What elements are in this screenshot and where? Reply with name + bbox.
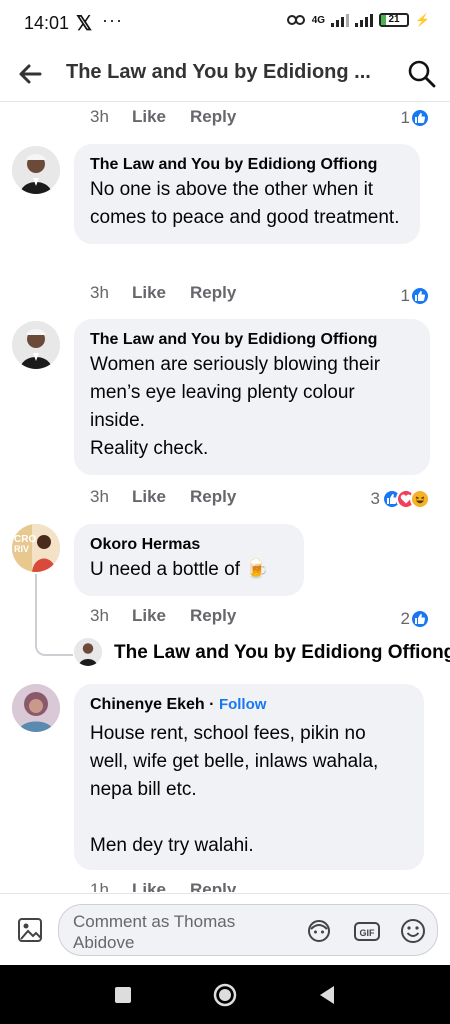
comment-author[interactable]: Chinenye Ekeh <box>90 696 205 713</box>
avatar[interactable] <box>12 321 60 369</box>
svg-text:RIV: RIV <box>14 544 29 554</box>
like-button[interactable]: Like <box>132 880 190 892</box>
haha-reaction-icon <box>410 489 430 509</box>
comment-meta: 3h Like Reply <box>90 107 236 127</box>
comment-meta: 1h Like Reply <box>90 880 236 892</box>
emoji-icon[interactable] <box>399 917 427 945</box>
reply-button[interactable]: Reply <box>190 880 236 892</box>
reaction-count: 1 <box>400 108 410 127</box>
page-title: The Law and You by Edidiong ... <box>66 61 371 83</box>
comment-time: 3h <box>90 606 109 625</box>
comment-author-row: Chinenye Ekeh · Follow <box>90 696 267 713</box>
thread-connector-line <box>35 574 73 656</box>
avatar[interactable] <box>12 684 60 732</box>
network-type-label: 4G <box>311 14 326 26</box>
comment-time: 3h <box>90 107 109 126</box>
comment-placeholder: Comment as Thomas Abidove <box>73 912 236 952</box>
comment-bubble[interactable]: The Law and You by Edidiong Offiong Wome… <box>74 319 430 475</box>
reaction-count: 1 <box>400 286 410 305</box>
status-indicators: 4G 21 ⚡ <box>286 12 430 28</box>
battery-icon: 21 <box>379 13 410 27</box>
reply-button[interactable]: Reply <box>190 107 236 127</box>
back-arrow-icon[interactable] <box>14 58 46 90</box>
avatar-sticker-icon[interactable] <box>305 917 333 945</box>
comment-author[interactable]: Okoro Hermas <box>90 534 288 556</box>
more-notifications-icon: ··· <box>102 10 123 30</box>
chinenye-avatar-image <box>12 684 60 732</box>
back-nav-icon[interactable] <box>314 982 340 1008</box>
comment-meta: 3h Like Reply <box>90 606 236 626</box>
status-bar: 14:01 𝕏 ··· 4G 21 ⚡ <box>0 0 450 46</box>
like-reaction-icon <box>410 286 430 306</box>
lawyer-avatar-image <box>12 321 60 369</box>
reply-button[interactable]: Reply <box>190 283 236 303</box>
app-header: The Law and You by Edidiong ... <box>0 46 450 102</box>
reaction-summary[interactable]: 3 <box>371 489 430 509</box>
battery-level: 21 <box>388 14 400 25</box>
lawyer-avatar-image <box>12 146 60 194</box>
photo-icon[interactable] <box>16 916 44 944</box>
comment-bubble[interactable]: Okoro Hermas U need a bottle of 🍺 <box>74 524 304 596</box>
like-button[interactable]: Like <box>132 283 190 303</box>
comment-author[interactable]: The Law and You by Edidiong Offiong <box>90 154 404 176</box>
comment-text: House rent, school fees, pikin no well, … <box>90 723 379 856</box>
status-time: 14:01 <box>24 13 70 33</box>
like-button[interactable]: Like <box>132 107 190 127</box>
comment-text: U need a bottle of 🍺 <box>90 559 269 580</box>
reaction-count: 2 <box>400 609 410 628</box>
reaction-summary[interactable]: 1 <box>401 286 430 306</box>
reply-avatar[interactable] <box>74 638 102 666</box>
like-button[interactable]: Like <box>132 606 190 626</box>
comment-time: 3h <box>90 283 109 302</box>
x-app-icon: 𝕏 <box>76 13 93 35</box>
comment-meta: 3h Like Reply <box>90 487 236 507</box>
signal-icon <box>331 13 350 27</box>
view-reply-author[interactable]: The Law and You by Edidiong Offiong <box>114 642 450 664</box>
comment-time: 3h <box>90 487 109 506</box>
avatar[interactable]: CRO RIV <box>12 524 60 572</box>
comment-composer: Comment as Thomas Abidove GIF <box>0 893 450 965</box>
signal-icon-2 <box>355 13 374 27</box>
reply-button[interactable]: Reply <box>190 487 236 507</box>
system-navigation-bar <box>0 965 450 1024</box>
comment-bubble[interactable]: The Law and You by Edidiong Offiong No o… <box>74 144 420 244</box>
recent-apps-icon[interactable] <box>110 982 136 1008</box>
reaction-count: 3 <box>370 489 380 508</box>
avatar[interactable] <box>12 146 60 194</box>
comment-text: Women are seriously blowing their men’s … <box>90 354 381 459</box>
comment-meta: 3h Like Reply <box>90 283 236 303</box>
like-reaction-icon <box>410 108 430 128</box>
follow-button[interactable]: Follow <box>219 696 267 713</box>
hotspot-link-icon <box>286 15 305 25</box>
reaction-summary[interactable]: 2 <box>401 609 430 629</box>
like-button[interactable]: Like <box>132 487 190 507</box>
comment-text: No one is above the other when it comes … <box>90 179 400 228</box>
search-icon[interactable] <box>406 58 438 90</box>
comment-input[interactable]: Comment as Thomas Abidove GIF <box>58 904 438 956</box>
home-icon[interactable] <box>212 982 238 1008</box>
comment-author[interactable]: The Law and You by Edidiong Offiong <box>90 329 414 351</box>
like-reaction-icon <box>410 609 430 629</box>
svg-text:GIF: GIF <box>360 928 376 938</box>
reply-button[interactable]: Reply <box>190 606 236 626</box>
comment-time: 1h <box>90 880 109 892</box>
comment-bubble[interactable]: Chinenye Ekeh · Follow House rent, schoo… <box>74 684 424 870</box>
lawyer-avatar-image <box>74 638 102 666</box>
reaction-summary[interactable]: 1 <box>401 108 430 128</box>
charging-icon: ⚡ <box>415 13 430 27</box>
gif-icon[interactable]: GIF <box>353 917 381 945</box>
okoro-avatar-image: CRO RIV <box>12 524 60 572</box>
